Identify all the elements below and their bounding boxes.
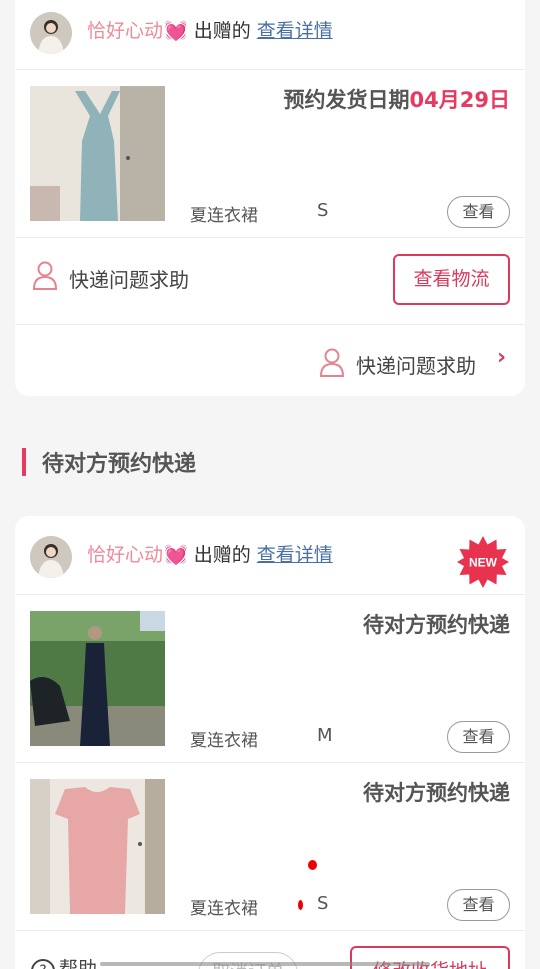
item-size: M (317, 725, 333, 746)
new-badge-text: NEW (469, 556, 498, 570)
section-accent-bar (22, 448, 26, 476)
view-details-link[interactable]: 查看详情 (257, 544, 333, 566)
person-icon (32, 261, 58, 290)
heart-icon: 💓 (164, 20, 188, 42)
order-header: 恰好心动💓 出赠的 查看详情 NEW (15, 524, 525, 594)
red-mark (308, 860, 317, 870)
help-label: 帮助 (59, 958, 98, 969)
status-date: 04月29日 (409, 88, 510, 112)
view-button[interactable]: 查看 (447, 196, 510, 228)
person-icon (319, 348, 345, 377)
red-mark (298, 900, 303, 910)
status-prefix: 预约发货日期 (283, 88, 410, 112)
view-button[interactable]: 查看 (447, 721, 510, 753)
item-size: S (317, 200, 329, 221)
product-thumbnail[interactable] (30, 86, 165, 221)
order-item[interactable]: 待对方预约快递 夏连衣裙 S 查看 (15, 763, 525, 931)
gift-label: 出赠的 (193, 544, 251, 566)
item-status: 待对方预约快递 (363, 781, 510, 805)
user-name[interactable]: 恰好心动 (87, 544, 163, 566)
help-button[interactable]: ? 帮助 (31, 954, 97, 969)
footer-help-row[interactable]: 快递问题求助 › (15, 325, 525, 395)
view-details-link[interactable]: 查看详情 (257, 20, 333, 42)
user-name[interactable]: 恰好心动 (87, 20, 163, 42)
courier-help-label[interactable]: 快递问题求助 (356, 350, 476, 379)
cancel-order-button[interactable]: 取消订单 (198, 952, 298, 969)
item-name: 夏连衣裙 (190, 899, 258, 919)
item-size: S (317, 893, 329, 914)
order-header: 恰好心动💓 出赠的 查看详情 (15, 0, 525, 70)
item-status: 待对方预约快递 (363, 613, 510, 637)
question-icon: ? (31, 959, 55, 969)
product-thumbnail[interactable] (30, 779, 165, 914)
heart-icon: 💓 (164, 544, 188, 566)
section-title: 待对方预约快递 (42, 452, 197, 477)
delivery-date-status: 预约发货日期04月29日 (284, 84, 510, 114)
avatar[interactable] (30, 536, 72, 578)
order-item[interactable]: 待对方预约快递 夏连衣裙 M 查看 (15, 595, 525, 763)
order-card-1: 恰好心动💓 出赠的 查看详情 预约发货日期04月29日 夏连衣裙 S 查看 快递问题… (15, 0, 525, 396)
order-header-text: 恰好心动💓 出赠的 查看详情 (87, 16, 333, 43)
order-header-text: 恰好心动💓 出赠的 查看详情 (87, 540, 333, 567)
view-logistics-button[interactable]: 查看物流 (393, 254, 510, 305)
product-thumbnail[interactable] (30, 611, 165, 746)
view-button[interactable]: 查看 (447, 889, 510, 921)
new-badge: NEW (457, 536, 509, 588)
scroll-indicator (100, 962, 430, 966)
order-card-2: 恰好心动💓 出赠的 查看详情 NEW 待对方预约快递 夏连衣裙 M 查看 待对方… (15, 516, 525, 969)
help-row: 快递问题求助 查看物流 (15, 238, 525, 324)
order-item[interactable]: 预约发货日期04月29日 夏连衣裙 S 查看 (15, 70, 525, 238)
courier-help-link[interactable]: 快递问题求助 (69, 264, 189, 293)
gift-label: 出赠的 (193, 20, 251, 42)
avatar[interactable] (30, 12, 72, 54)
chevron-right-icon: › (497, 345, 507, 370)
item-name: 夏连衣裙 (190, 731, 258, 751)
item-name: 夏连衣裙 (190, 206, 258, 226)
